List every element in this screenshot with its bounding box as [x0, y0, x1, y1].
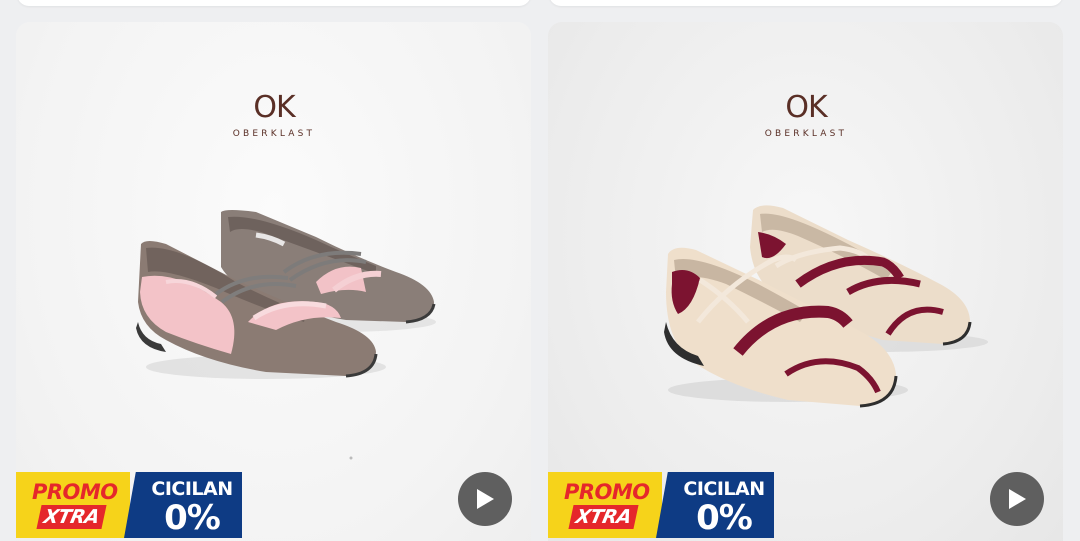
promo-xtra-badge: PROMO XTRA CICILAN 0%: [548, 472, 774, 538]
play-video-button[interactable]: [990, 472, 1044, 526]
previous-product-card[interactable]: [549, 0, 1063, 6]
previous-product-card[interactable]: [17, 0, 531, 6]
promo-text: PROMO: [32, 480, 118, 504]
play-icon: [1009, 489, 1026, 509]
cicilan-value: 0%: [696, 498, 753, 538]
promo-xtra-label: PROMO XTRA: [16, 472, 130, 538]
promo-xtra-label: PROMO XTRA: [548, 472, 662, 538]
promo-text: PROMO: [564, 480, 650, 504]
cicilan-label: CICILAN 0%: [656, 472, 774, 538]
cicilan-value: 0%: [164, 498, 221, 538]
play-icon: [477, 489, 494, 509]
xtra-text: XTRA: [568, 505, 639, 529]
play-video-button[interactable]: [458, 472, 512, 526]
xtra-text: XTRA: [36, 505, 107, 529]
shoe-cream-maroon-icon[interactable]: [548, 22, 1063, 541]
cicilan-text: CICILAN: [151, 478, 233, 500]
promo-xtra-badge: PROMO XTRA CICILAN 0%: [16, 472, 242, 538]
product-grid: OK OBERKLAST PROMO XTRA CICILAN 0% OK OB…: [0, 0, 1080, 541]
product-card[interactable]: OK OBERKLAST PROMO XTRA CICILAN 0%: [548, 22, 1063, 541]
product-card[interactable]: OK OBERKLAST PROMO XTRA CICILAN 0%: [16, 22, 531, 541]
shoe-taupe-pink-icon[interactable]: [16, 22, 531, 541]
cicilan-label: CICILAN 0%: [124, 472, 242, 538]
cicilan-text: CICILAN: [683, 478, 765, 500]
